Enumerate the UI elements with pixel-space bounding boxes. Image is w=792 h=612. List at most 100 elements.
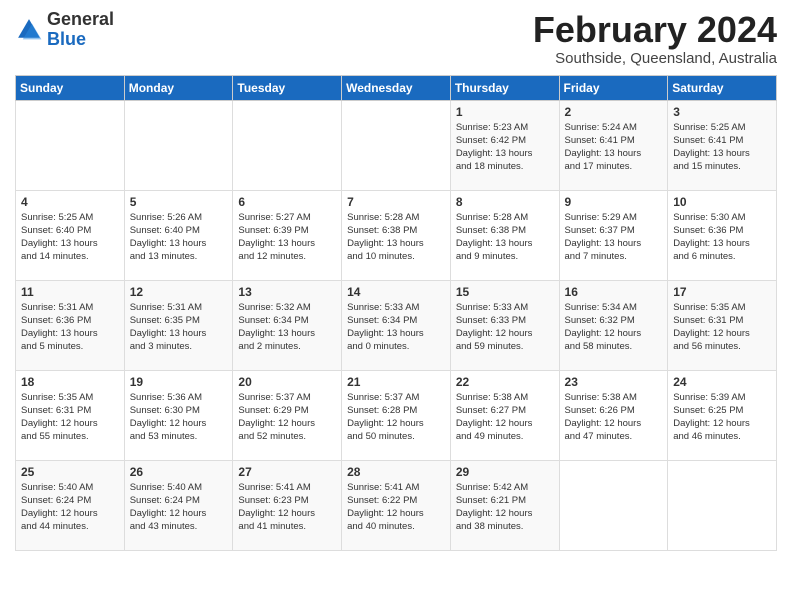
day-number: 14 [347, 285, 445, 299]
day-number: 11 [21, 285, 119, 299]
calendar-cell [124, 100, 233, 190]
calendar-cell: 22 Sunrise: 5:38 AM Sunset: 6:27 PM Dayli… [450, 370, 559, 460]
day-info: Sunrise: 5:35 AM Sunset: 6:31 PM Dayligh… [21, 391, 119, 444]
day-info: Sunrise: 5:35 AM Sunset: 6:31 PM Dayligh… [673, 301, 771, 354]
title-block: February 2024 Southside, Queensland, Aus… [533, 10, 777, 67]
calendar-cell: 4 Sunrise: 5:25 AM Sunset: 6:40 PM Daylig… [16, 190, 125, 280]
calendar-cell: 21 Sunrise: 5:37 AM Sunset: 6:28 PM Dayli… [342, 370, 451, 460]
day-number: 23 [565, 375, 663, 389]
day-number: 6 [238, 195, 336, 209]
logo: General Blue [15, 10, 114, 50]
day-info: Sunrise: 5:31 AM Sunset: 6:35 PM Dayligh… [130, 301, 228, 354]
calendar-cell: 15 Sunrise: 5:33 AM Sunset: 6:33 PM Dayli… [450, 280, 559, 370]
day-info: Sunrise: 5:29 AM Sunset: 6:37 PM Dayligh… [565, 211, 663, 264]
day-number: 13 [238, 285, 336, 299]
header-saturday: Saturday [668, 75, 777, 100]
day-info: Sunrise: 5:38 AM Sunset: 6:27 PM Dayligh… [456, 391, 554, 444]
day-info: Sunrise: 5:25 AM Sunset: 6:40 PM Dayligh… [21, 211, 119, 264]
calendar-cell: 8 Sunrise: 5:28 AM Sunset: 6:38 PM Daylig… [450, 190, 559, 280]
day-number: 17 [673, 285, 771, 299]
calendar-cell: 24 Sunrise: 5:39 AM Sunset: 6:25 PM Dayli… [668, 370, 777, 460]
header-wednesday: Wednesday [342, 75, 451, 100]
day-info: Sunrise: 5:24 AM Sunset: 6:41 PM Dayligh… [565, 121, 663, 174]
calendar-cell: 29Sunrise: 5:42 AM Sunset: 6:21 PM Dayli… [450, 460, 559, 550]
day-info: Sunrise: 5:33 AM Sunset: 6:33 PM Dayligh… [456, 301, 554, 354]
calendar-cell: 14 Sunrise: 5:33 AM Sunset: 6:34 PM Dayli… [342, 280, 451, 370]
day-info: Sunrise: 5:38 AM Sunset: 6:26 PM Dayligh… [565, 391, 663, 444]
day-number: 4 [21, 195, 119, 209]
calendar-cell: 5 Sunrise: 5:26 AM Sunset: 6:40 PM Daylig… [124, 190, 233, 280]
calendar-header-row: Sunday Monday Tuesday Wednesday Thursday… [16, 75, 777, 100]
calendar-cell: 1Sunrise: 5:23 AM Sunset: 6:42 PM Daylig… [450, 100, 559, 190]
day-info: Sunrise: 5:36 AM Sunset: 6:30 PM Dayligh… [130, 391, 228, 444]
day-info: Sunrise: 5:40 AM Sunset: 6:24 PM Dayligh… [21, 481, 119, 534]
day-info: Sunrise: 5:34 AM Sunset: 6:32 PM Dayligh… [565, 301, 663, 354]
day-info: Sunrise: 5:37 AM Sunset: 6:28 PM Dayligh… [347, 391, 445, 444]
header-friday: Friday [559, 75, 668, 100]
day-info: Sunrise: 5:26 AM Sunset: 6:40 PM Dayligh… [130, 211, 228, 264]
header-monday: Monday [124, 75, 233, 100]
header-thursday: Thursday [450, 75, 559, 100]
calendar-cell [342, 100, 451, 190]
header-sunday: Sunday [16, 75, 125, 100]
day-info: Sunrise: 5:28 AM Sunset: 6:38 PM Dayligh… [456, 211, 554, 264]
day-number: 2 [565, 105, 663, 119]
day-number: 15 [456, 285, 554, 299]
day-number: 3 [673, 105, 771, 119]
day-info: Sunrise: 5:41 AM Sunset: 6:23 PM Dayligh… [238, 481, 336, 534]
day-info: Sunrise: 5:30 AM Sunset: 6:36 PM Dayligh… [673, 211, 771, 264]
day-number: 1 [456, 105, 554, 119]
page-title: February 2024 [533, 10, 777, 50]
calendar-week-row: 11 Sunrise: 5:31 AM Sunset: 6:36 PM Dayli… [16, 280, 777, 370]
day-number: 22 [456, 375, 554, 389]
day-number: 18 [21, 375, 119, 389]
logo-blue-text: Blue [47, 29, 86, 49]
day-number: 9 [565, 195, 663, 209]
day-info: Sunrise: 5:33 AM Sunset: 6:34 PM Dayligh… [347, 301, 445, 354]
day-info: Sunrise: 5:42 AM Sunset: 6:21 PM Dayligh… [456, 481, 554, 534]
calendar-week-row: 4 Sunrise: 5:25 AM Sunset: 6:40 PM Daylig… [16, 190, 777, 280]
day-number: 16 [565, 285, 663, 299]
calendar-week-row: 1Sunrise: 5:23 AM Sunset: 6:42 PM Daylig… [16, 100, 777, 190]
calendar-cell: 12Sunrise: 5:31 AM Sunset: 6:35 PM Dayli… [124, 280, 233, 370]
calendar-week-row: 18 Sunrise: 5:35 AM Sunset: 6:31 PM Dayli… [16, 370, 777, 460]
day-number: 20 [238, 375, 336, 389]
day-number: 21 [347, 375, 445, 389]
calendar-cell: 25 Sunrise: 5:40 AM Sunset: 6:24 PM Dayli… [16, 460, 125, 550]
page-subtitle: Southside, Queensland, Australia [533, 50, 777, 67]
calendar-cell: 28Sunrise: 5:41 AM Sunset: 6:22 PM Dayli… [342, 460, 451, 550]
calendar-cell: 11 Sunrise: 5:31 AM Sunset: 6:36 PM Dayli… [16, 280, 125, 370]
page-header: General Blue February 2024 Southside, Qu… [15, 10, 777, 67]
calendar-cell: 9 Sunrise: 5:29 AM Sunset: 6:37 PM Daylig… [559, 190, 668, 280]
day-number: 19 [130, 375, 228, 389]
header-tuesday: Tuesday [233, 75, 342, 100]
calendar-table: Sunday Monday Tuesday Wednesday Thursday… [15, 75, 777, 551]
day-number: 24 [673, 375, 771, 389]
calendar-cell: 18 Sunrise: 5:35 AM Sunset: 6:31 PM Dayli… [16, 370, 125, 460]
day-info: Sunrise: 5:25 AM Sunset: 6:41 PM Dayligh… [673, 121, 771, 174]
calendar-cell [668, 460, 777, 550]
day-number: 27 [238, 465, 336, 479]
day-number: 5 [130, 195, 228, 209]
day-number: 7 [347, 195, 445, 209]
calendar-cell: 17 Sunrise: 5:35 AM Sunset: 6:31 PM Dayli… [668, 280, 777, 370]
day-number: 25 [21, 465, 119, 479]
calendar-cell: 16 Sunrise: 5:34 AM Sunset: 6:32 PM Dayli… [559, 280, 668, 370]
calendar-cell: 27 Sunrise: 5:41 AM Sunset: 6:23 PM Dayli… [233, 460, 342, 550]
calendar-cell: 26Sunrise: 5:40 AM Sunset: 6:24 PM Dayli… [124, 460, 233, 550]
day-info: Sunrise: 5:31 AM Sunset: 6:36 PM Dayligh… [21, 301, 119, 354]
calendar-cell: 2 Sunrise: 5:24 AM Sunset: 6:41 PM Daylig… [559, 100, 668, 190]
calendar-cell [559, 460, 668, 550]
calendar-cell [16, 100, 125, 190]
day-info: Sunrise: 5:37 AM Sunset: 6:29 PM Dayligh… [238, 391, 336, 444]
day-info: Sunrise: 5:27 AM Sunset: 6:39 PM Dayligh… [238, 211, 336, 264]
calendar-cell: 7 Sunrise: 5:28 AM Sunset: 6:38 PM Daylig… [342, 190, 451, 280]
day-info: Sunrise: 5:28 AM Sunset: 6:38 PM Dayligh… [347, 211, 445, 264]
day-number: 10 [673, 195, 771, 209]
day-info: Sunrise: 5:39 AM Sunset: 6:25 PM Dayligh… [673, 391, 771, 444]
day-number: 26 [130, 465, 228, 479]
calendar-cell: 3 Sunrise: 5:25 AM Sunset: 6:41 PM Daylig… [668, 100, 777, 190]
logo-icon [15, 16, 43, 44]
calendar-cell: 6 Sunrise: 5:27 AM Sunset: 6:39 PM Daylig… [233, 190, 342, 280]
day-number: 8 [456, 195, 554, 209]
